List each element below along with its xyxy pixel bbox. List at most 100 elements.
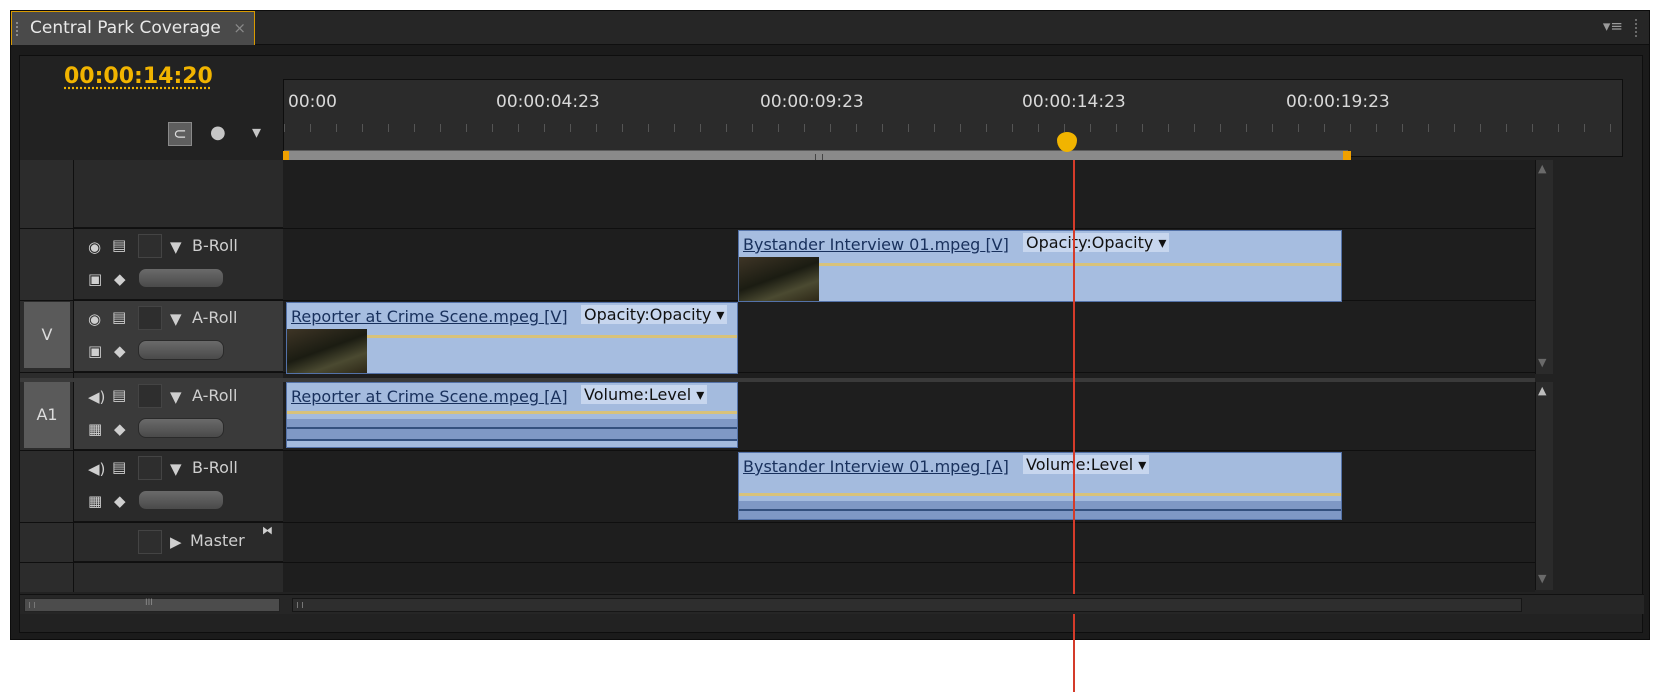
track-lock-box[interactable]: [138, 384, 162, 408]
row-separator: [20, 450, 1535, 451]
timeline-scroll-thumb[interactable]: [292, 598, 1522, 612]
keyframe-icon[interactable]: ◆: [114, 420, 126, 438]
keyframe-navigator[interactable]: [138, 418, 224, 438]
add-marker-icon[interactable]: ▾: [252, 122, 261, 143]
audio-source-patch[interactable]: A1: [24, 382, 70, 448]
track-lock-box[interactable]: [138, 234, 162, 258]
expand-triangle-icon[interactable]: ▶: [170, 533, 182, 551]
track-header-video-2[interactable]: ◉ ▤ ▼ B-Roll ▣ ◆: [74, 228, 283, 300]
tab-close-icon[interactable]: ×: [233, 12, 246, 45]
track-lock-box[interactable]: [138, 530, 162, 554]
video-source-patch[interactable]: V: [24, 302, 70, 368]
expand-triangle-icon[interactable]: ▼: [170, 388, 182, 406]
snap-icon[interactable]: ⊂: [168, 122, 192, 146]
keyframe-icon[interactable]: ◆: [114, 342, 126, 360]
clip-thumbnail: [287, 329, 367, 373]
tracks-area: V A1 ◉ ▤ ▼ B-Roll ▣ ◆ ◉ ▤ ▼ A-Roll ▣ ◆ ◀…: [20, 160, 1644, 692]
ruler-ticks: [284, 124, 1622, 132]
video-clip-reporter[interactable]: Reporter at Crime Scene.mpeg [V] Opacity…: [286, 302, 738, 374]
scroll-grip-icon: [297, 602, 303, 608]
sequence-tab-label: Central Park Coverage: [30, 18, 221, 38]
sync-lock-icon[interactable]: ▤: [112, 458, 126, 476]
ruler-label: 00:00:09:23: [760, 92, 864, 112]
expand-triangle-icon[interactable]: ▼: [170, 460, 182, 478]
track-lock-box[interactable]: [138, 456, 162, 480]
volume-rubber-band[interactable]: [739, 493, 1341, 496]
waveform-display-icon[interactable]: ▦: [88, 492, 102, 510]
row-separator: [20, 228, 1535, 229]
empty-track-header: [74, 160, 283, 228]
header-scroll-thumb[interactable]: III: [24, 598, 280, 612]
clip-effect-menu[interactable]: Opacity:Opacity ▾: [581, 305, 728, 324]
source-patch-column: [20, 160, 74, 592]
sync-lock-icon[interactable]: ▤: [112, 386, 126, 404]
track-name-label[interactable]: A-Roll: [192, 308, 237, 327]
volume-rubber-band[interactable]: [287, 411, 737, 414]
waveform-line: [287, 439, 737, 441]
toggle-output-eye-icon[interactable]: ◉: [88, 310, 101, 328]
waveform-line: [739, 509, 1341, 511]
expand-triangle-icon[interactable]: ▼: [170, 310, 182, 328]
track-content-area[interactable]: [283, 160, 1535, 592]
toggle-output-eye-icon[interactable]: ◉: [88, 238, 101, 256]
expand-triangle-icon[interactable]: ▼: [170, 238, 182, 256]
clip-name: Bystander Interview 01.mpeg [V]: [743, 235, 1009, 254]
track-name-label[interactable]: Master: [190, 531, 245, 550]
current-timecode[interactable]: 00:00:14:20: [64, 64, 213, 89]
clip-thumbnail: [739, 257, 819, 301]
opacity-rubber-band[interactable]: [739, 263, 1341, 266]
panel-menu-icon[interactable]: ▾≡: [1603, 17, 1623, 35]
video-audio-divider[interactable]: [20, 378, 1535, 382]
ruler-label: 00:00: [288, 92, 337, 112]
clip-effect-menu[interactable]: Volume:Level ▾: [581, 385, 708, 404]
keyframe-icon[interactable]: ◆: [114, 492, 126, 510]
track-header-video-1[interactable]: ◉ ▤ ▼ A-Roll ▣ ◆: [74, 300, 283, 372]
waveform-display-icon[interactable]: ▦: [88, 420, 102, 438]
scroll-up-icon[interactable]: ▲: [1538, 384, 1546, 397]
ruler-label: 00:00:14:23: [1022, 92, 1126, 112]
track-name-label[interactable]: B-Roll: [192, 236, 238, 255]
sequence-tab[interactable]: Central Park Coverage ×: [11, 11, 255, 45]
video-tracks-scrollbar[interactable]: ▲ ▼: [1535, 160, 1553, 374]
playhead-handle[interactable]: [1057, 132, 1077, 152]
panel-grip-icon[interactable]: [1635, 19, 1643, 37]
sync-lock-icon[interactable]: ▤: [112, 308, 126, 326]
master-link-icon[interactable]: ⧓: [262, 524, 273, 537]
scroll-down-icon[interactable]: ▼: [1538, 572, 1546, 585]
keyframe-navigator[interactable]: [138, 268, 224, 288]
row-separator: [20, 562, 1535, 563]
track-header-master[interactable]: ▶ Master ⧓: [74, 522, 283, 562]
screenshot-frame: Central Park Coverage × ▾≡ 00:00:14:20 ⊂…: [0, 0, 1656, 692]
track-lock-box[interactable]: [138, 306, 162, 330]
track-name-label[interactable]: A-Roll: [192, 386, 237, 405]
linked-selection-icon[interactable]: ●: [210, 122, 226, 143]
mute-speaker-icon[interactable]: ◀): [88, 460, 105, 478]
track-name-label[interactable]: B-Roll: [192, 458, 238, 477]
audio-clip-bystander[interactable]: Bystander Interview 01.mpeg [A] Volume:L…: [738, 452, 1342, 520]
tab-grip-icon[interactable]: [16, 22, 22, 36]
ruler-label: 00:00:19:23: [1286, 92, 1390, 112]
scroll-grip-icon: [29, 602, 35, 608]
keyframe-navigator[interactable]: [138, 340, 224, 360]
audio-tracks-scrollbar[interactable]: ▲ ▼: [1535, 382, 1553, 590]
sync-lock-icon[interactable]: ▤: [112, 236, 126, 254]
scroll-down-icon[interactable]: ▼: [1538, 356, 1546, 369]
keyframe-icon[interactable]: ◆: [114, 270, 126, 288]
audio-waveform: [287, 419, 737, 441]
scroll-up-icon[interactable]: ▲: [1538, 162, 1546, 175]
mute-speaker-icon[interactable]: ◀): [88, 388, 105, 406]
time-ruler[interactable]: 00:00 00:00:04:23 00:00:09:23 00:00:14:2…: [283, 79, 1623, 171]
keyframe-navigator[interactable]: [138, 490, 224, 510]
audio-clip-reporter[interactable]: Reporter at Crime Scene.mpeg [A] Volume:…: [286, 382, 738, 448]
clip-name: Reporter at Crime Scene.mpeg [V]: [291, 307, 568, 326]
clip-effect-menu[interactable]: Opacity:Opacity ▾: [1023, 233, 1170, 252]
display-style-icon[interactable]: ▣: [88, 342, 102, 360]
row-separator: [20, 372, 1535, 373]
track-header-audio-2[interactable]: ◀) ▤ ▼ B-Roll ▦ ◆: [74, 450, 283, 522]
waveform-line: [287, 427, 737, 429]
timeline-body: 00:00:14:20 ⊂ ● ▾ 00:00 00:00:04:23 00:0…: [19, 55, 1644, 692]
video-clip-bystander[interactable]: Bystander Interview 01.mpeg [V] Opacity:…: [738, 230, 1342, 302]
track-header-audio-1[interactable]: ◀) ▤ ▼ A-Roll ▦ ◆: [74, 378, 283, 450]
display-style-icon[interactable]: ▣: [88, 270, 102, 288]
clip-effect-menu[interactable]: Volume:Level ▾: [1023, 455, 1150, 474]
